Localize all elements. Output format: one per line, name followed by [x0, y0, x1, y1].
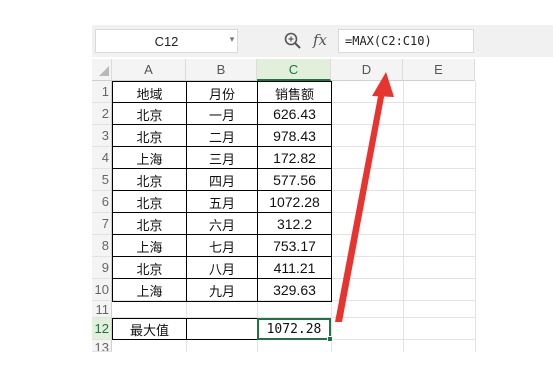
table-cell[interactable]: 北京 [113, 257, 186, 279]
row-header[interactable]: 5 [92, 169, 112, 191]
selected-cell-c12[interactable]: 1072.28 [257, 318, 331, 340]
row-header[interactable]: 6 [92, 191, 112, 213]
name-box[interactable]: C12 [95, 29, 238, 53]
chevron-down-icon[interactable]: ▾ [228, 36, 236, 45]
table-cell[interactable]: 北京 [113, 103, 186, 125]
table-cell[interactable]: 上海 [113, 235, 186, 257]
row-header[interactable]: 1 [92, 81, 112, 103]
table-cell[interactable]: 八月 [187, 257, 257, 279]
table-cell[interactable]: 北京 [113, 125, 186, 147]
table-cell[interactable]: 577.56 [258, 169, 331, 191]
column-header-e[interactable]: E [403, 59, 475, 81]
spreadsheet-window: C12 ▾ fx =MAX(C2:C10) A B C D E 1 2 3 4 … [0, 0, 553, 368]
column-header-b[interactable]: B [186, 59, 257, 81]
table-cell[interactable]: 上海 [113, 279, 186, 301]
table-border [186, 318, 187, 340]
table-cell[interactable]: 九月 [187, 279, 257, 301]
table-cell[interactable]: 三月 [187, 147, 257, 169]
table-border [112, 301, 332, 302]
row-header[interactable]: 10 [92, 279, 112, 301]
table-cell[interactable]: 七月 [187, 235, 257, 257]
cell-b1[interactable]: 月份 [187, 82, 257, 104]
table-cell[interactable]: 一月 [187, 103, 257, 125]
fx-icon[interactable]: fx [310, 29, 330, 51]
row-header[interactable]: 8 [92, 235, 112, 257]
column-header-d[interactable]: D [331, 59, 403, 81]
row-header[interactable]: 7 [92, 213, 112, 235]
table-cell[interactable]: 四月 [187, 169, 257, 191]
table-cell[interactable]: 978.43 [258, 125, 331, 147]
table-cell[interactable]: 626.43 [258, 103, 331, 125]
column-header-c[interactable]: C [257, 59, 331, 81]
table-cell[interactable]: 411.21 [258, 257, 331, 279]
select-all-triangle-icon [99, 66, 109, 76]
cell-c1[interactable]: 销售额 [258, 82, 331, 104]
table-cell[interactable]: 北京 [113, 169, 186, 191]
column-header-a[interactable]: A [112, 59, 186, 81]
formula-input[interactable]: =MAX(C2:C10) [338, 29, 474, 53]
table-cell[interactable]: 上海 [113, 147, 186, 169]
gridline [403, 81, 404, 352]
formula-text: =MAX(C2:C10) [345, 34, 432, 48]
name-box-value: C12 [154, 33, 179, 49]
table-cell[interactable]: 二月 [187, 125, 257, 147]
zoom-formula-icon[interactable] [283, 31, 303, 51]
table-cell[interactable]: 五月 [187, 191, 257, 213]
row-header[interactable]: 2 [92, 103, 112, 125]
table-cell[interactable]: 329.63 [258, 279, 331, 301]
table-cell[interactable]: 北京 [113, 191, 186, 213]
row-header[interactable]: 11 [92, 301, 112, 318]
table-cell[interactable]: 172.82 [258, 147, 331, 169]
row-header[interactable]: 9 [92, 257, 112, 279]
table-cell[interactable]: 1072.28 [258, 191, 331, 213]
row-header-selected[interactable]: 12 [92, 318, 112, 340]
row-header[interactable]: 13 [92, 340, 112, 352]
table-cell[interactable]: 北京 [113, 213, 186, 235]
arrow-shaft [335, 91, 385, 322]
table-cell[interactable]: 六月 [187, 213, 257, 235]
gridline [475, 81, 476, 352]
table-cell[interactable]: 753.17 [258, 235, 331, 257]
cell-a1[interactable]: 地域 [113, 82, 186, 104]
table-cell[interactable]: 312.2 [258, 213, 331, 235]
row-header[interactable]: 3 [92, 125, 112, 147]
table-border [331, 81, 332, 302]
fill-handle[interactable] [327, 336, 333, 342]
row-header[interactable]: 4 [92, 147, 112, 169]
max-label-cell[interactable]: 最大值 [113, 318, 186, 340]
